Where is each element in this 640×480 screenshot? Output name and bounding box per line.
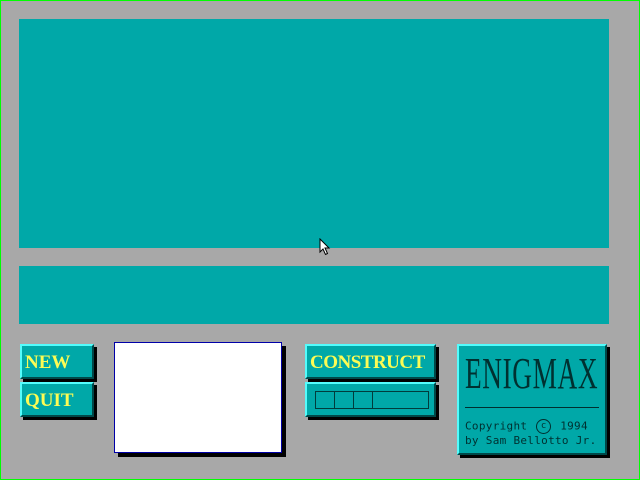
letter-slot[interactable]: [354, 392, 373, 408]
letter-slot[interactable]: [316, 392, 335, 408]
quit-button[interactable]: QUIT: [20, 382, 94, 417]
logo-panel: ENIGMAX Copyright c 1994 by Sam Bellotto…: [457, 344, 607, 455]
message-bar: [19, 266, 609, 324]
construct-button[interactable]: CONSTRUCT: [305, 344, 436, 379]
logo-divider: [465, 407, 599, 408]
preview-box: [114, 342, 282, 453]
logo-title: ENIGMAX: [465, 349, 599, 398]
letter-slot-row: [315, 391, 429, 409]
copyright-year: 1994: [560, 419, 588, 433]
main-display-area[interactable]: [19, 19, 609, 248]
letter-slot[interactable]: [373, 392, 428, 408]
copyright-word: Copyright: [465, 419, 528, 433]
author-line: by Sam Bellotto Jr.: [465, 434, 597, 447]
letter-slot[interactable]: [335, 392, 354, 408]
copyright-symbol: c: [536, 419, 552, 434]
mouse-pointer-icon: [319, 238, 331, 256]
new-button[interactable]: NEW: [20, 344, 94, 379]
letter-slot-panel: [305, 382, 436, 417]
copyright-line: Copyright c 1994: [465, 419, 588, 434]
